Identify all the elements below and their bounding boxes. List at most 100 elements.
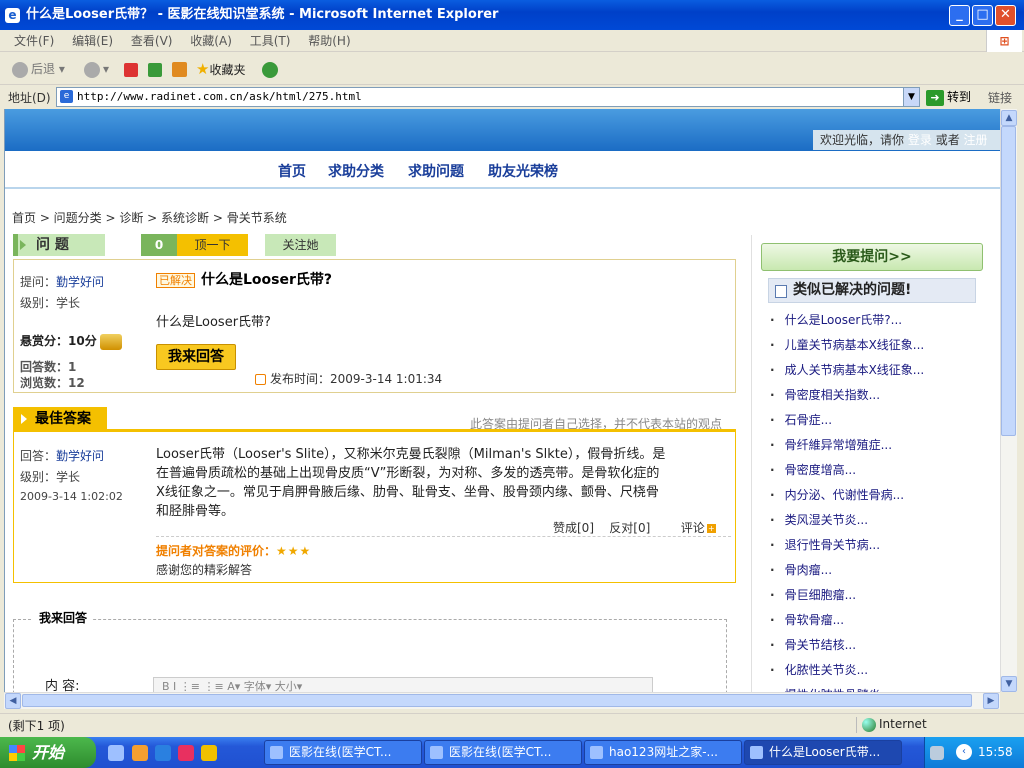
nav-honor-roll[interactable]: 助友光荣榜: [488, 161, 558, 181]
close-button[interactable]: ✕: [995, 5, 1016, 26]
menu-file[interactable]: 文件(F): [14, 30, 54, 52]
answerer-link[interactable]: 勤学好问: [56, 449, 104, 463]
ask-question-button[interactable]: 我要提问>>: [761, 243, 983, 271]
minimize-button[interactable]: _: [949, 5, 970, 26]
nav-categories[interactable]: 求助分类: [328, 161, 384, 181]
oppose-button[interactable]: 反对[0]: [609, 521, 650, 535]
quicklaunch-folder-icon[interactable]: [201, 745, 217, 761]
menu-favorites[interactable]: 收藏(A): [190, 30, 232, 52]
back-label: 后退: [31, 62, 56, 76]
reward-info: 悬赏分：10分: [20, 332, 122, 350]
or-text: 或者: [935, 133, 960, 147]
asker-label: 提问：: [20, 275, 57, 289]
menu-bar: 文件(F) 编辑(E) 查看(V) 收藏(A) 工具(T) 帮助(H): [0, 30, 1024, 52]
publish-time-text: 发布时间：2009-3-14 1:01:34: [270, 372, 443, 386]
status-text: (剩下1 项): [8, 719, 65, 733]
vote-button[interactable]: 顶一下: [177, 234, 248, 256]
similar-item[interactable]: 成人关节病基本X线征象...: [770, 359, 1000, 384]
similar-item[interactable]: 骨关节结核...: [770, 634, 1000, 659]
reply-title: 我来回答: [33, 609, 94, 626]
keyboard-icon[interactable]: [930, 746, 944, 760]
maximize-button[interactable]: □: [972, 5, 993, 26]
vote-count: 0: [141, 234, 177, 256]
nav-home[interactable]: 首页: [278, 161, 306, 181]
breadcrumb[interactable]: 首页 > 问题分类 > 诊断 > 系统诊断 > 骨关节系统: [12, 209, 287, 226]
go-button[interactable]: ➜ 转到: [926, 88, 971, 106]
address-input[interactable]: http://www.radinet.com.cn/ask/html/275.h…: [56, 87, 920, 107]
taskbar-window[interactable]: 医影在线(医学CT...: [424, 740, 582, 765]
reward-label: 悬赏分：10分: [20, 334, 97, 348]
answerer-label: 回答：: [20, 449, 57, 463]
best-answer-header: 最佳答案: [13, 407, 107, 431]
similar-item[interactable]: 骨肉瘤...: [770, 559, 1000, 584]
similar-item[interactable]: 骨巨细胞瘤...: [770, 584, 1000, 609]
comment-button[interactable]: 评论 +: [681, 521, 716, 535]
address-label: 地址(D): [8, 91, 51, 105]
coins-icon: [99, 333, 122, 350]
menu-view[interactable]: 查看(V): [131, 30, 173, 52]
agree-button[interactable]: 赞成[0]: [553, 521, 594, 535]
main-nav: 首页 求助分类 求助问题 助友光荣榜: [5, 151, 1000, 189]
similar-item[interactable]: 儿童关节病基本X线征象...: [770, 334, 1000, 359]
answer-button[interactable]: 我来回答: [156, 344, 236, 370]
similar-item[interactable]: 慢性化脓性骨髓炎...: [770, 684, 1000, 692]
history-button[interactable]: [262, 59, 281, 79]
question-body: 什么是Looser氏带?: [156, 315, 271, 330]
menu-edit[interactable]: 编辑(E): [72, 30, 113, 52]
rating-comment: 感谢您的精彩解答: [156, 563, 253, 577]
asker-link[interactable]: 勤学好问: [56, 275, 104, 289]
quicklaunch-app-icon[interactable]: [132, 745, 148, 761]
refresh-button[interactable]: [148, 59, 165, 79]
similar-item[interactable]: 化脓性关节炎...: [770, 659, 1000, 684]
login-link[interactable]: 登录: [908, 133, 932, 147]
similar-item[interactable]: 退行性骨关节病...: [770, 534, 1000, 559]
similar-item[interactable]: 骨密度增高...: [770, 459, 1000, 484]
scroll-down-button[interactable]: ▼: [1001, 676, 1017, 692]
similar-item[interactable]: 类风湿关节炎...: [770, 509, 1000, 534]
similar-item[interactable]: 骨软骨瘤...: [770, 609, 1000, 634]
quicklaunch-star-icon[interactable]: [178, 745, 194, 761]
history-icon: [262, 61, 278, 78]
scroll-up-button[interactable]: ▲: [1001, 110, 1017, 126]
register-link[interactable]: 注册: [964, 133, 988, 147]
quicklaunch-browser-icon[interactable]: [155, 745, 171, 761]
nav-questions[interactable]: 求助问题: [408, 161, 464, 181]
favorites-button[interactable]: ★收藏夹: [196, 59, 245, 79]
window-title: 什么是Looser氏带？ - 医影在线知识堂系统 - Microsoft Int…: [0, 0, 1024, 30]
scroll-right-button[interactable]: ▶: [983, 693, 999, 709]
editor-toolbar[interactable]: B I ⋮≡ ⋮≡ A▾ 字体▾ 大小▾: [153, 677, 653, 692]
horizontal-scroll-thumb[interactable]: [22, 694, 972, 707]
follow-button[interactable]: 关注她: [265, 234, 336, 256]
stop-button[interactable]: [124, 59, 141, 79]
similar-item[interactable]: 石骨症...: [770, 409, 1000, 434]
answers-count: 回答数：1: [20, 360, 77, 374]
taskbar-window[interactable]: hao123网址之家-...: [584, 740, 742, 765]
vertical-scroll-thumb[interactable]: [1001, 126, 1016, 436]
back-arrow-icon: [12, 61, 28, 78]
asker-info: 提问：勤学好问: [20, 273, 104, 290]
asker-level: 级别：学长: [20, 296, 81, 310]
scroll-left-button[interactable]: ◀: [5, 693, 21, 709]
ie-icon: e: [5, 8, 20, 23]
tray-expand-icon[interactable]: ‹: [956, 744, 972, 760]
similar-item[interactable]: 内分泌、代谢性骨病...: [770, 484, 1000, 509]
similar-item[interactable]: 什么是Looser氏带?...: [770, 309, 1000, 334]
address-dropdown-button[interactable]: ▼: [903, 88, 919, 106]
menu-help[interactable]: 帮助(H): [308, 30, 350, 52]
answer-actions: 赞成[0] 反对[0] 评论 +: [553, 519, 716, 536]
similar-item[interactable]: 骨密度相关指数...: [770, 384, 1000, 409]
views-count: 浏览数：12: [20, 376, 85, 390]
forward-button[interactable]: ▾: [84, 59, 109, 79]
back-button[interactable]: 后退 ▾: [12, 59, 65, 79]
links-button[interactable]: 链接: [988, 89, 1012, 106]
similar-item[interactable]: 骨纤維异常增殖症...: [770, 434, 1000, 459]
home-button[interactable]: [172, 59, 190, 79]
taskbar-window[interactable]: 医影在线(医学CT...: [264, 740, 422, 765]
menu-tools[interactable]: 工具(T): [250, 30, 291, 52]
content-label: 内 容:: [45, 679, 80, 692]
stop-icon: [124, 62, 138, 77]
taskbar-window-active[interactable]: 什么是Looser氏带...: [744, 740, 902, 765]
rating-label: 提问者对答案的评价：: [156, 544, 277, 558]
refresh-icon: [148, 62, 162, 77]
quicklaunch-ie-icon[interactable]: [108, 745, 124, 761]
